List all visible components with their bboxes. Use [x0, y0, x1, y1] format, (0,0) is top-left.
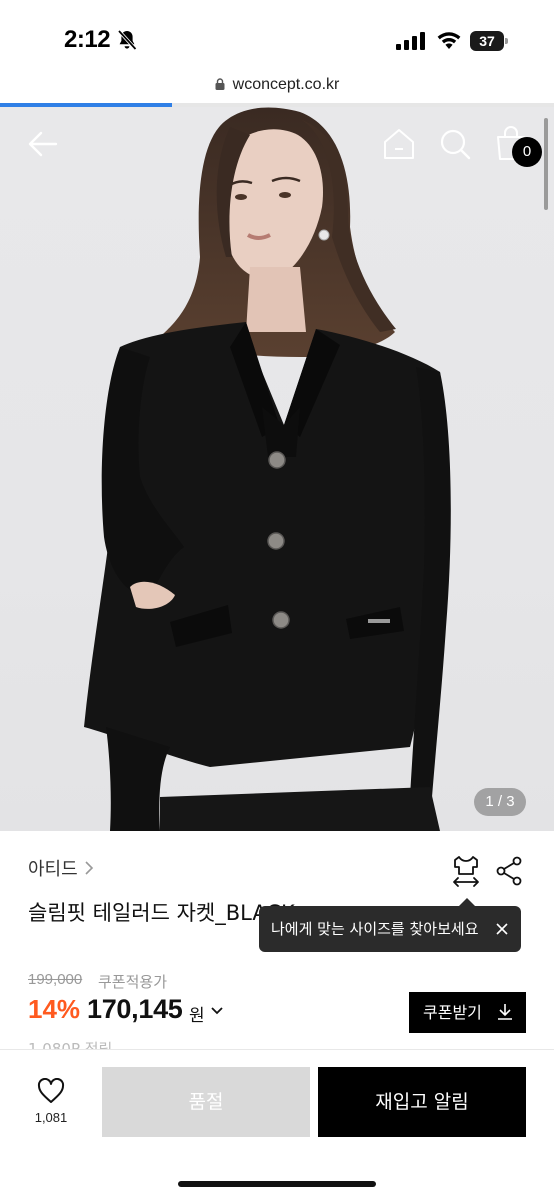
bell-off-icon — [117, 29, 137, 51]
cart-count-badge[interactable]: 0 — [512, 137, 542, 167]
status-time: 2:12 — [64, 26, 111, 53]
restock-alert-button[interactable]: 재입고 알림 — [318, 1067, 526, 1137]
chevron-right-icon — [85, 861, 93, 875]
brand-name: 아티드 — [28, 859, 78, 880]
tooltip-text: 나에게 맞는 사이즈를 찾아보세요 — [271, 920, 479, 938]
url-bar[interactable]: wconcept.co.kr — [0, 76, 554, 102]
coupon-price-label: 쿠폰적용가 — [98, 973, 168, 991]
size-guide-icon[interactable] — [450, 854, 482, 888]
battery-level: 37 — [479, 33, 495, 49]
product-image-gallery[interactable]: 1 / 3 — [0, 107, 554, 831]
size-tooltip[interactable]: 나에게 맞는 사이즈를 찾아보세요 — [259, 898, 521, 952]
wishlist-button[interactable]: 1,081 — [28, 1078, 74, 1134]
home-indicator[interactable] — [178, 1181, 376, 1187]
status-bar: 2:12 37 — [0, 0, 554, 80]
brand-link[interactable]: 아티드 — [28, 855, 94, 881]
get-coupon-button[interactable]: 쿠폰받기 — [409, 992, 526, 1033]
chevron-down-icon[interactable] — [210, 1006, 224, 1016]
currency-unit: 원 — [189, 1006, 205, 1026]
points-info: 1,080P 적립 — [28, 1041, 112, 1049]
signal-icon — [396, 32, 425, 50]
battery-icon: 37 — [470, 31, 508, 51]
scrollbar[interactable] — [544, 118, 548, 210]
wifi-icon — [437, 32, 461, 49]
back-arrow-icon[interactable] — [26, 129, 60, 159]
product-photo[interactable] — [0, 107, 554, 831]
coupon-button-label: 쿠폰받기 — [423, 1003, 482, 1022]
heart-icon — [37, 1078, 65, 1103]
sale-price: 170,145 — [87, 994, 183, 1024]
product-title: 슬림핏 테일러드 자켓_BLACK — [28, 901, 295, 925]
search-icon[interactable] — [438, 127, 472, 161]
close-icon[interactable] — [495, 922, 509, 936]
image-counter: 1 / 3 — [474, 788, 526, 816]
share-icon[interactable] — [496, 856, 522, 886]
wishlist-count: 1,081 — [34, 1110, 68, 1125]
home-icon[interactable] — [382, 127, 416, 161]
lock-icon — [215, 78, 225, 90]
discount-rate: 14% — [28, 994, 81, 1024]
download-icon — [498, 1004, 512, 1020]
sold-out-button[interactable]: 품절 — [102, 1067, 310, 1137]
url-text: wconcept.co.kr — [232, 76, 340, 93]
original-price: 199,000 — [28, 971, 83, 988]
